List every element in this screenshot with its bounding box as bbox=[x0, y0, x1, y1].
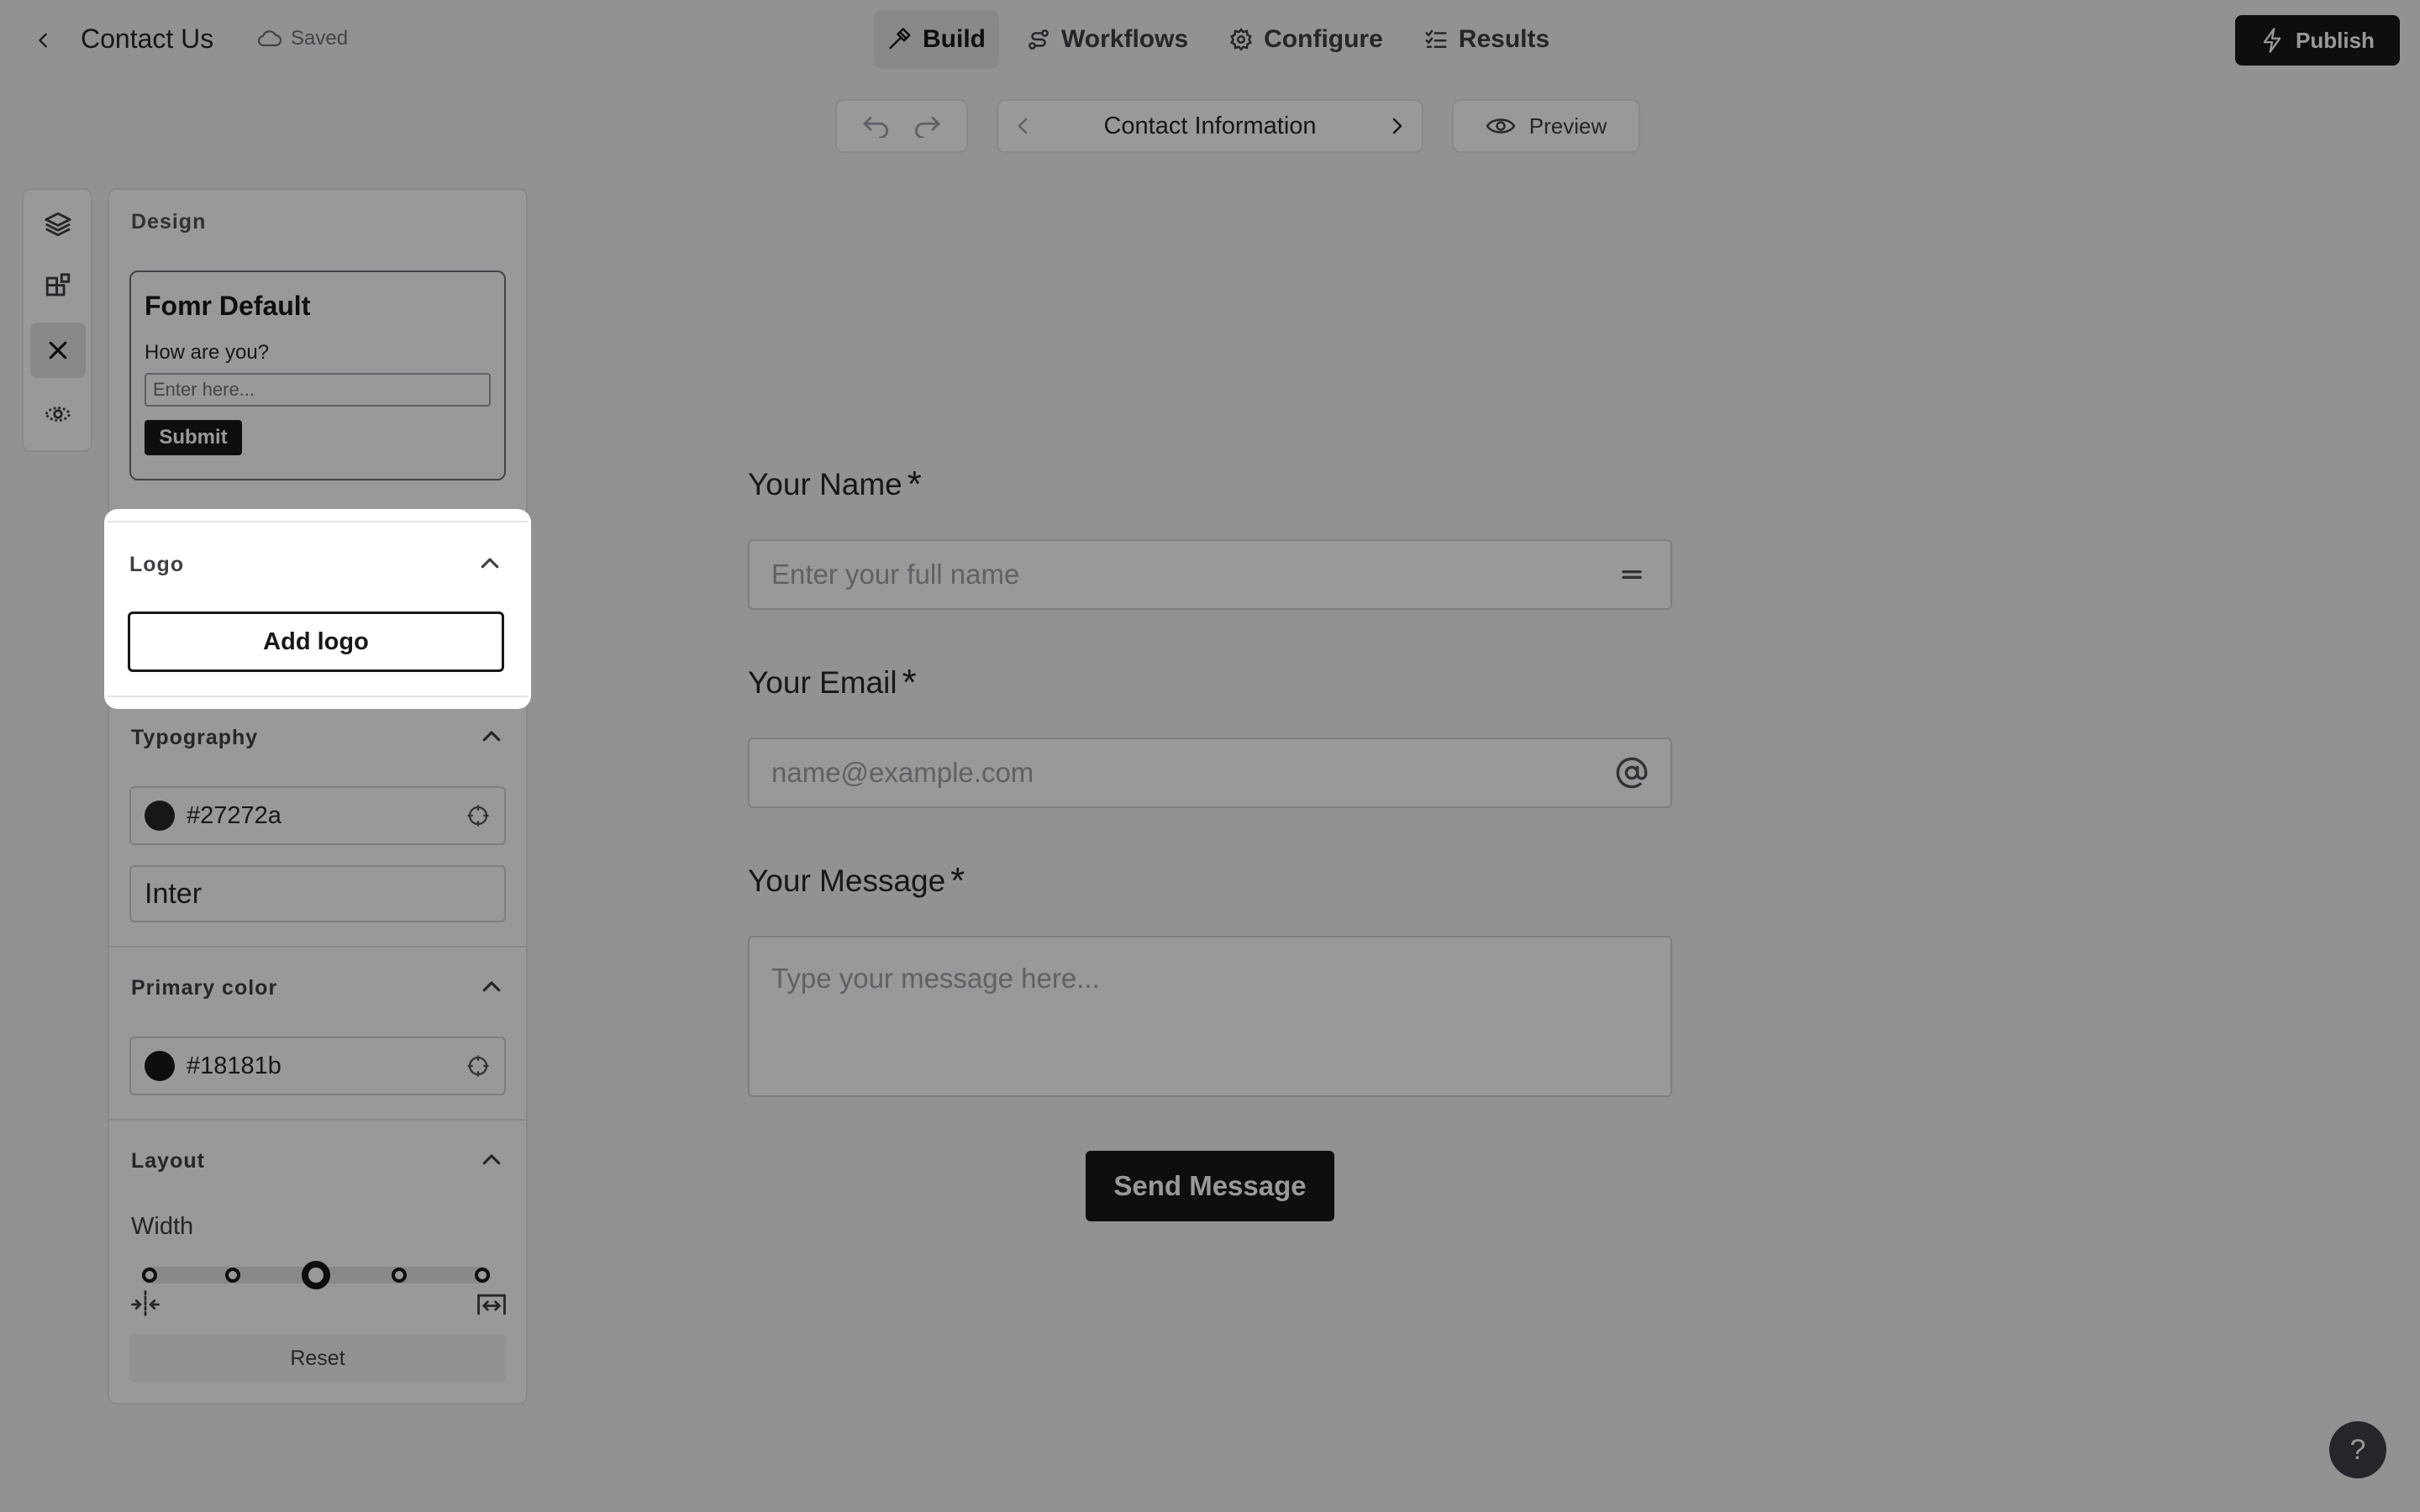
divider bbox=[108, 521, 528, 522]
logo-section-highlight: Logo Add logo bbox=[104, 509, 531, 709]
tour-overlay bbox=[0, 0, 2420, 1512]
app-root: Contact Us Saved Build Workflows Configu… bbox=[0, 0, 2420, 1512]
add-logo-button[interactable]: Add logo bbox=[128, 612, 504, 672]
chevron-up-icon[interactable] bbox=[477, 551, 502, 576]
logo-title[interactable]: Logo bbox=[129, 553, 184, 577]
divider bbox=[108, 696, 528, 697]
